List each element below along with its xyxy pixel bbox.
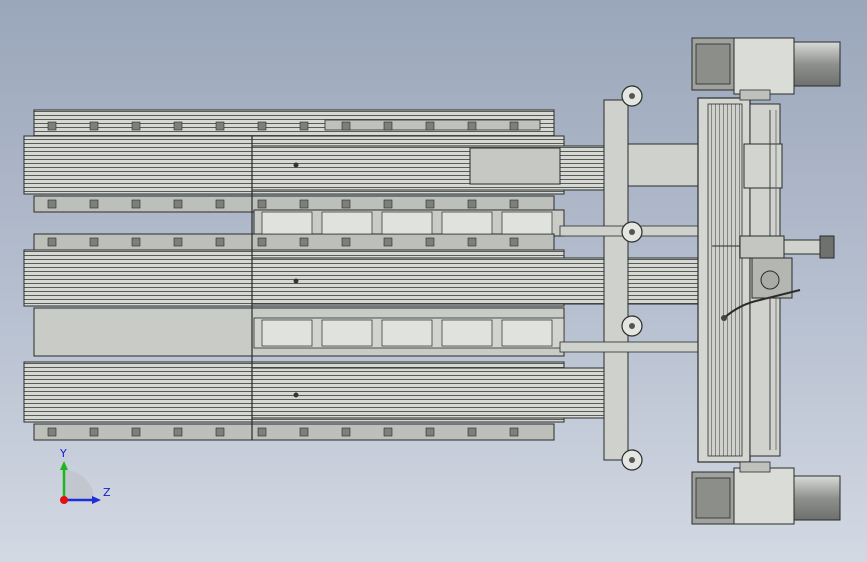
clamp-block <box>131 427 141 437</box>
clamp-block <box>341 121 351 131</box>
ladder-cell <box>321 211 373 235</box>
tray-upper-pin <box>293 162 299 168</box>
tray-upper-block <box>469 147 561 185</box>
tray-middle-extension <box>251 257 699 305</box>
motor-top-body <box>793 41 841 87</box>
clamp-block <box>425 427 435 437</box>
motor-bottom-flange <box>739 461 771 473</box>
clamp-block <box>47 427 57 437</box>
ladder-cell <box>441 319 493 347</box>
caster-hub <box>629 229 635 235</box>
clamp-block <box>425 237 435 247</box>
clamp-block <box>425 199 435 209</box>
clamp-block <box>341 427 351 437</box>
actuator-knob <box>721 315 727 321</box>
clamp-block <box>89 237 99 247</box>
caster-hub <box>629 457 635 463</box>
clamp-block <box>509 121 519 131</box>
actuator-cylinder <box>819 235 835 259</box>
clamp-block <box>467 199 477 209</box>
clamp-block <box>257 427 267 437</box>
clamp-block <box>257 199 267 209</box>
clamp-block <box>341 199 351 209</box>
vertical-beam-inner <box>707 103 743 457</box>
ladder-cell <box>381 211 433 235</box>
actuator-gear <box>760 270 780 290</box>
clamp-block <box>131 237 141 247</box>
clamp-block <box>257 237 267 247</box>
clamp-block <box>173 237 183 247</box>
clamp-block <box>467 427 477 437</box>
clamp-block <box>215 237 225 247</box>
clamp-block <box>47 237 57 247</box>
clamp-block <box>257 121 267 131</box>
tray-lower-extension <box>251 367 625 419</box>
motor-top-gearbox <box>733 37 795 95</box>
z-axis-label: Z <box>103 486 111 499</box>
clamp-block <box>383 199 393 209</box>
connector-link-rail-2 <box>559 341 701 353</box>
tray-assembly[interactable] <box>23 109 699 441</box>
triad-quadrant <box>64 470 94 500</box>
clamp-block <box>509 199 519 209</box>
clamp-block <box>131 199 141 209</box>
clamp-block <box>173 199 183 209</box>
clamp-block <box>215 199 225 209</box>
actuator-shaft <box>783 239 821 255</box>
clamp-block <box>89 121 99 131</box>
clamp-block <box>89 199 99 209</box>
caster-hub <box>629 93 635 99</box>
clamp-block <box>131 121 141 131</box>
axis-triad: Y Z <box>59 447 111 504</box>
motor-top-mount-inner <box>695 43 731 85</box>
ladder-cell <box>261 319 313 347</box>
clamp-block <box>467 237 477 247</box>
clamp-block <box>89 427 99 437</box>
y-axis-label: Y <box>59 447 67 460</box>
clamp-block <box>383 237 393 247</box>
connector-arm <box>627 143 699 187</box>
clamp-block <box>47 121 57 131</box>
actuator-head <box>739 235 785 259</box>
motor-assembly-bottom[interactable] <box>691 461 841 525</box>
ladder-cell <box>441 211 493 235</box>
clamp-block <box>47 199 57 209</box>
tray-lower-pin <box>293 392 299 398</box>
motor-bottom-gearbox <box>733 467 795 525</box>
motor-bottom-mount-inner <box>695 477 731 519</box>
tray-middle-pin <box>293 278 299 284</box>
clamp-block <box>299 237 309 247</box>
ladder-cell <box>321 319 373 347</box>
clamp-block <box>215 121 225 131</box>
clamp-block <box>173 427 183 437</box>
clamp-block <box>383 121 393 131</box>
motor-top-flange <box>739 89 771 101</box>
clamp-block <box>509 237 519 247</box>
caster-hub <box>629 323 635 329</box>
motor-bottom-body <box>793 475 841 521</box>
y-axis-arrow <box>60 461 68 470</box>
clamp-block <box>215 427 225 437</box>
ladder-cell <box>381 319 433 347</box>
clamp-block <box>425 121 435 131</box>
clamp-block <box>299 121 309 131</box>
clamp-block <box>383 427 393 437</box>
connector-bracket <box>603 99 629 461</box>
ladder-cell <box>501 211 553 235</box>
clamp-block <box>467 121 477 131</box>
z-axis-arrow <box>92 496 101 504</box>
motor-assembly-top[interactable] <box>691 37 841 101</box>
clamp-block <box>509 427 519 437</box>
triad-origin <box>60 496 68 504</box>
clamp-block <box>341 237 351 247</box>
clamp-block <box>173 121 183 131</box>
clamp-block <box>299 427 309 437</box>
clamp-block <box>299 199 309 209</box>
ladder-cell <box>261 211 313 235</box>
cad-viewport[interactable]: Y Z <box>0 0 867 562</box>
ladder-cell <box>501 319 553 347</box>
